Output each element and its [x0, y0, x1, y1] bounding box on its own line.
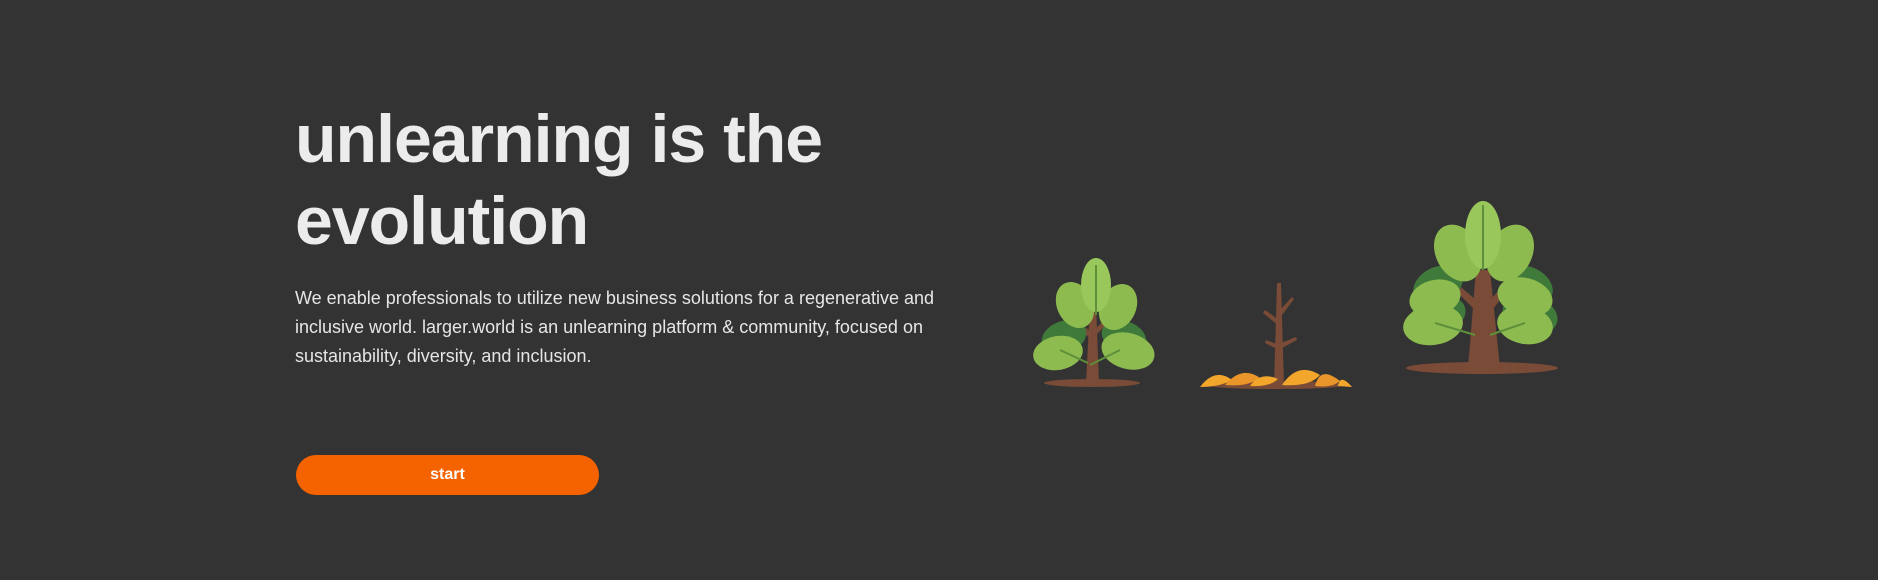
- headline-line: unlearning is the: [295, 101, 823, 177]
- hero-description: We enable professionals to utilize new b…: [295, 284, 965, 371]
- tree-growth-illustration: [1020, 175, 1570, 395]
- young-tree-icon: [1033, 258, 1155, 387]
- description-line: We enable professionals to utilize new b…: [295, 288, 935, 308]
- start-button[interactable]: start: [296, 455, 599, 495]
- description-line: inclusive world. larger.world is an unle…: [295, 317, 923, 337]
- hero-section: unlearning is the evolution We enable pr…: [0, 0, 1878, 580]
- hero-copy: unlearning is the evolution We enable pr…: [295, 98, 975, 371]
- headline-line: evolution: [295, 183, 589, 259]
- hero-headline: unlearning is the evolution: [295, 98, 975, 262]
- description-line: sustainability, diversity, and inclusion…: [295, 346, 592, 366]
- bare-sapling-with-fallen-leaves-icon: [1200, 283, 1352, 389]
- mature-tree-icon: [1403, 201, 1558, 374]
